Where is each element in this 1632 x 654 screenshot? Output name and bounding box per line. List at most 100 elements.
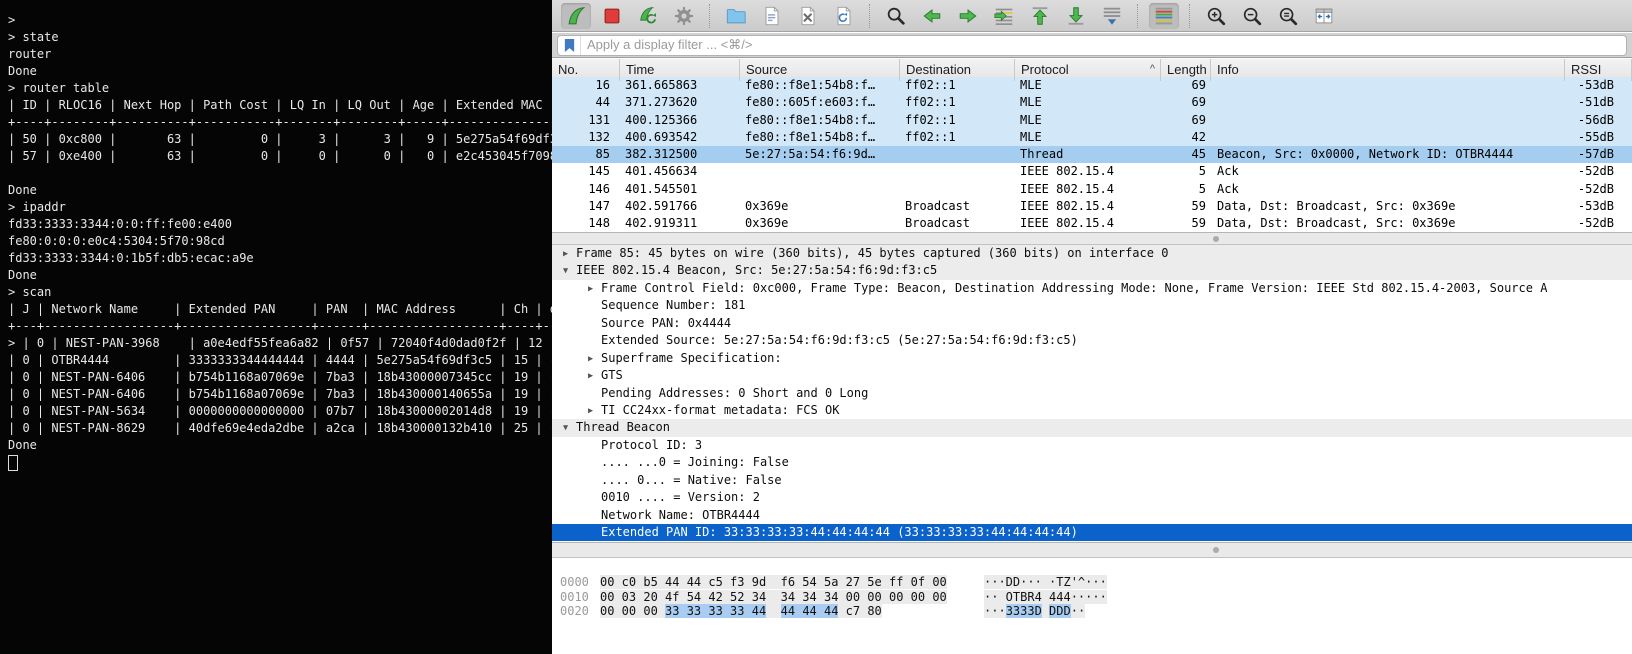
details-hex-splitter[interactable] bbox=[552, 542, 1632, 558]
detail-row[interactable]: ▶Superframe Specification: bbox=[552, 350, 1632, 367]
detail-row[interactable]: Extended PAN ID: 33:33:33:33:44:44:44:44… bbox=[552, 524, 1632, 541]
detail-text: Thread Beacon bbox=[576, 420, 670, 434]
detail-row[interactable]: .... ...0 = Joining: False bbox=[552, 454, 1632, 471]
go-last-packet-icon[interactable] bbox=[1061, 3, 1091, 29]
go-to-packet-icon[interactable] bbox=[989, 3, 1019, 29]
packet-destination: Broadcast bbox=[900, 198, 1015, 215]
expanded-arrow-icon[interactable]: ▼ bbox=[563, 420, 576, 436]
detail-row[interactable]: Network Name: OTBR4444 bbox=[552, 507, 1632, 524]
packet-details-pane: ▶Frame 85: 45 bytes on wire (360 bits), … bbox=[552, 245, 1632, 542]
packet-info: Ack bbox=[1211, 181, 1565, 198]
detail-row[interactable]: Source PAN: 0x4444 bbox=[552, 315, 1632, 332]
packet-destination: ff02::1 bbox=[900, 112, 1015, 129]
terminal-line: > scan bbox=[8, 284, 552, 301]
hex-row[interactable]: 002000 00 00 33 33 33 33 44 44 44 44 c7 … bbox=[552, 604, 1632, 619]
collapsed-arrow-icon[interactable]: ▶ bbox=[588, 403, 601, 419]
packet-protocol: MLE bbox=[1015, 129, 1161, 146]
collapsed-arrow-icon[interactable]: ▶ bbox=[588, 368, 601, 384]
packet-protocol: IEEE 802.15.4 bbox=[1015, 215, 1161, 232]
column-header-length[interactable]: Length bbox=[1161, 59, 1211, 81]
packet-no: 132 bbox=[552, 129, 620, 146]
hex-row[interactable]: 000000 c0 b5 44 44 c5 f3 9d f6 54 5a 27 … bbox=[552, 575, 1632, 590]
zoom-out-icon[interactable] bbox=[1237, 3, 1267, 29]
detail-text: Extended PAN ID: 33:33:33:33:44:44:44:44… bbox=[601, 525, 1078, 539]
close-file-icon[interactable] bbox=[793, 3, 823, 29]
packet-row-132[interactable]: 132400.693542fe80::f8e1:54b8:f…ff02::1ML… bbox=[552, 129, 1632, 146]
colorize-icon[interactable] bbox=[1149, 3, 1179, 29]
reload-file-icon[interactable] bbox=[829, 3, 859, 29]
packet-length: 69 bbox=[1161, 94, 1211, 111]
packet-length: 5 bbox=[1161, 163, 1211, 180]
go-first-packet-icon[interactable] bbox=[1025, 3, 1055, 29]
zoom-in-icon[interactable] bbox=[1201, 3, 1231, 29]
hex-ascii: ···3333D DDD·· bbox=[984, 604, 1085, 619]
auto-scroll-icon[interactable] bbox=[1097, 3, 1127, 29]
go-forward-icon[interactable] bbox=[953, 3, 983, 29]
column-header-rssi[interactable]: RSSI bbox=[1565, 59, 1632, 81]
detail-row[interactable]: ▶TI CC24xx-format metadata: FCS OK bbox=[552, 402, 1632, 419]
resize-columns-icon[interactable] bbox=[1309, 3, 1339, 29]
packet-row-146[interactable]: 146401.545501IEEE 802.15.45Ack-52dB bbox=[552, 181, 1632, 198]
collapsed-arrow-icon[interactable]: ▶ bbox=[588, 351, 601, 367]
packet-row-148[interactable]: 148402.9193110x369eBroadcastIEEE 802.15.… bbox=[552, 215, 1632, 232]
start-capture-icon[interactable] bbox=[561, 3, 591, 29]
packet-info bbox=[1211, 112, 1565, 129]
expanded-arrow-icon[interactable]: ▼ bbox=[563, 263, 576, 279]
column-header-source[interactable]: Source bbox=[740, 59, 900, 81]
packet-protocol: IEEE 802.15.4 bbox=[1015, 198, 1161, 215]
terminal-line: fe80:0:0:0:e0c4:5304:5f70:98cd bbox=[8, 233, 552, 250]
packet-row-131[interactable]: 131400.125366fe80::f8e1:54b8:f…ff02::1ML… bbox=[552, 112, 1632, 129]
packet-row-44[interactable]: 44371.273620fe80::605f:e603:f…ff02::1MLE… bbox=[552, 94, 1632, 111]
detail-text: .... ...0 = Joining: False bbox=[601, 455, 789, 469]
detail-row[interactable]: ▼Thread Beacon bbox=[552, 419, 1632, 436]
restart-capture-icon[interactable] bbox=[633, 3, 663, 29]
detail-row[interactable]: Protocol ID: 3 bbox=[552, 437, 1632, 454]
detail-row[interactable]: .... 0... = Native: False bbox=[552, 472, 1632, 489]
detail-row[interactable]: 0010 .... = Version: 2 bbox=[552, 489, 1632, 506]
packet-rssi: -51dB bbox=[1565, 94, 1632, 111]
toolbar-separator bbox=[1189, 4, 1191, 28]
terminal-line: > state bbox=[8, 29, 552, 46]
detail-text: Frame Control Field: 0xc000, Frame Type:… bbox=[601, 281, 1547, 295]
column-header-info[interactable]: Info bbox=[1211, 59, 1565, 81]
terminal-line: | 50 | 0xc800 | 63 | 0 | 3 | 3 | 9 | 5e2… bbox=[8, 131, 552, 148]
detail-row[interactable]: ▶Frame Control Field: 0xc000, Frame Type… bbox=[552, 280, 1632, 297]
column-header-no[interactable]: No. bbox=[552, 59, 620, 81]
terminal-window[interactable]: >> staterouterDone> router table| ID | R… bbox=[0, 0, 552, 654]
packet-source: fe80::f8e1:54b8:f… bbox=[740, 112, 900, 129]
detail-text: Extended Source: 5e:27:5a:54:f6:9d:f3:c5… bbox=[601, 333, 1078, 347]
filter-bookmark-icon[interactable] bbox=[562, 36, 581, 55]
column-header-protocol[interactable]: Protocol^ bbox=[1015, 59, 1161, 81]
display-filter-input[interactable]: Apply a display filter ... <⌘/> bbox=[557, 35, 1627, 56]
find-packet-icon[interactable] bbox=[881, 3, 911, 29]
packet-destination bbox=[900, 163, 1015, 180]
terminal-line: Done bbox=[8, 63, 552, 80]
stop-capture-icon[interactable] bbox=[597, 3, 627, 29]
list-details-splitter[interactable] bbox=[552, 232, 1632, 245]
detail-row[interactable]: ▶Frame 85: 45 bytes on wire (360 bits), … bbox=[552, 245, 1632, 262]
packet-protocol: Thread bbox=[1015, 146, 1161, 163]
packet-row-85[interactable]: 85382.3125005e:27:5a:54:f6:9d…Thread45Be… bbox=[552, 146, 1632, 163]
column-header-destination[interactable]: Destination bbox=[900, 59, 1015, 81]
zoom-reset-icon[interactable] bbox=[1273, 3, 1303, 29]
detail-row[interactable]: Sequence Number: 181 bbox=[552, 297, 1632, 314]
packet-row-147[interactable]: 147402.5917660x369eBroadcastIEEE 802.15.… bbox=[552, 198, 1632, 215]
collapsed-arrow-icon[interactable]: ▶ bbox=[563, 246, 576, 262]
packet-no: 85 bbox=[552, 146, 620, 163]
packet-bytes-pane[interactable]: 000000 c0 b5 44 44 c5 f3 9d f6 54 5a 27 … bbox=[552, 558, 1632, 654]
capture-options-icon[interactable] bbox=[669, 3, 699, 29]
go-back-icon[interactable] bbox=[917, 3, 947, 29]
detail-row[interactable]: ▶GTS bbox=[552, 367, 1632, 384]
collapsed-arrow-icon[interactable]: ▶ bbox=[588, 281, 601, 297]
column-header-time[interactable]: Time bbox=[620, 59, 740, 81]
detail-row[interactable]: Extended Source: 5e:27:5a:54:f6:9d:f3:c5… bbox=[552, 332, 1632, 349]
packet-source: 0x369e bbox=[740, 198, 900, 215]
open-file-icon[interactable] bbox=[721, 3, 751, 29]
detail-row[interactable]: ▼IEEE 802.15.4 Beacon, Src: 5e:27:5a:54:… bbox=[552, 262, 1632, 279]
packet-time: 400.125366 bbox=[620, 112, 740, 129]
detail-row[interactable]: Pending Addresses: 0 Short and 0 Long bbox=[552, 385, 1632, 402]
hex-row[interactable]: 001000 03 20 4f 54 42 52 34 34 34 34 00 … bbox=[552, 590, 1632, 605]
packet-time: 400.693542 bbox=[620, 129, 740, 146]
packet-row-145[interactable]: 145401.456634IEEE 802.15.45Ack-52dB bbox=[552, 163, 1632, 180]
save-file-icon[interactable] bbox=[757, 3, 787, 29]
